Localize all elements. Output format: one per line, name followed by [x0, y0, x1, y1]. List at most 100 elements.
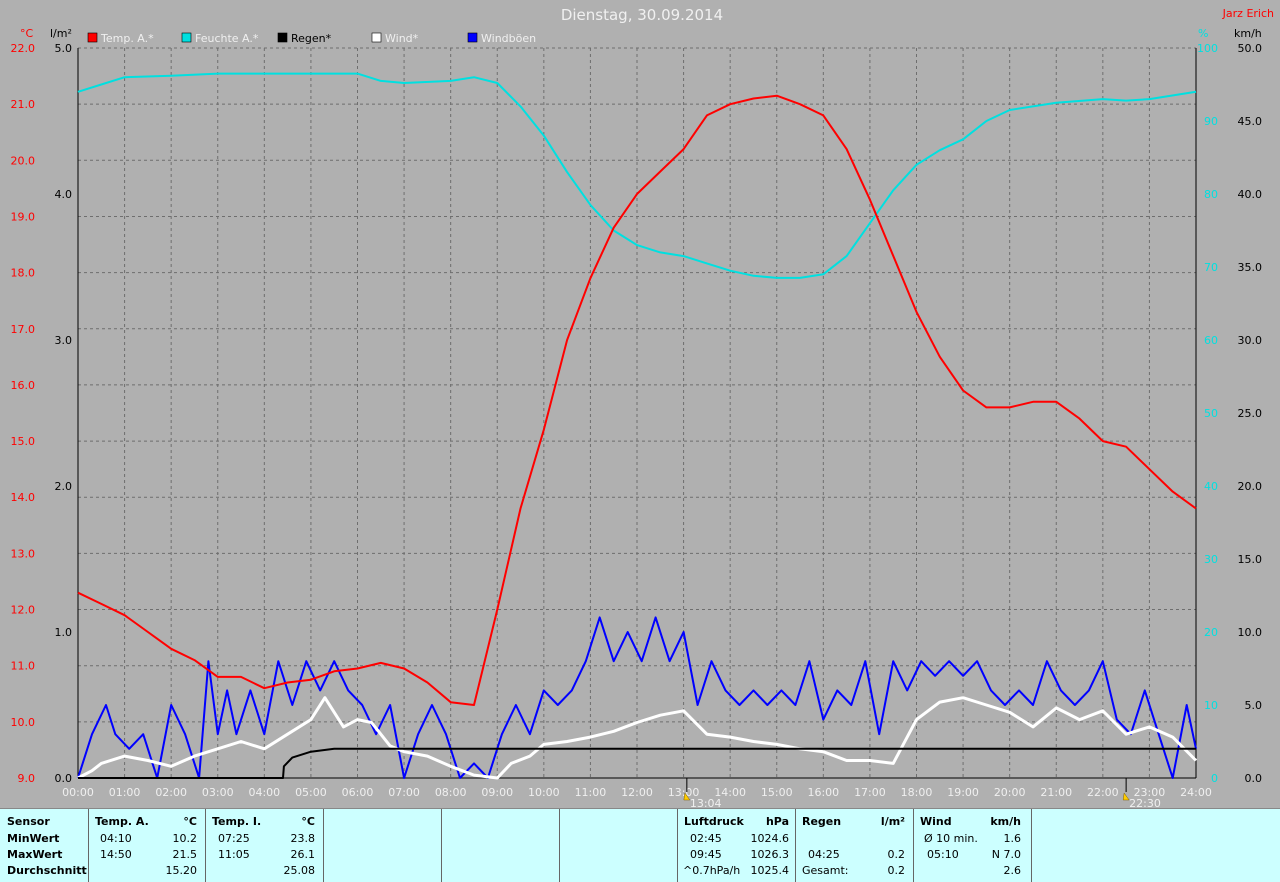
time-tick-4: 04:00: [248, 786, 280, 799]
time-tick-0: 00:00: [62, 786, 94, 799]
legend-label-1: Feuchte A.*: [195, 32, 259, 45]
col-pressure: Luftdruck hPa 02:45 1024.6 09:45 1026.3 ^0.…: [678, 809, 796, 882]
humidity-tick-0: 100: [1197, 42, 1218, 55]
wind-tick-5: 25.0: [1238, 407, 1263, 420]
wind-avg-label: Ø 10 min.: [924, 832, 978, 845]
wind-tick-1: 45.0: [1238, 115, 1263, 128]
marker-label-0: 13:04: [690, 797, 722, 808]
time-tick-21: 21:00: [1040, 786, 1072, 799]
temp-tick-3: 19.0: [11, 210, 36, 223]
legend-swatch-3: [371, 32, 382, 43]
time-tick-16: 16:00: [807, 786, 839, 799]
col-temp-i: Temp. I. °C 07:25 23.8 11:05 26.1 25.08: [206, 809, 324, 882]
humidity-tick-4: 60: [1204, 334, 1218, 347]
col-rain: Regen l/m² 04:25 0.2 Gesamt: 0.2: [796, 809, 914, 882]
temp-a-max-val: 21.5: [172, 848, 198, 861]
wind-tick-3: 35.0: [1238, 261, 1263, 274]
wind-tick-6: 20.0: [1238, 480, 1263, 493]
temp-i-avg: 25.08: [283, 864, 316, 877]
author-label: Jarz Erich: [1222, 7, 1274, 20]
temp-a-header: Temp. A.: [95, 815, 149, 828]
temp-tick-12: 10.0: [11, 716, 36, 729]
weather-chart-window: 22.0 21.0 20.0 19.0 18.0 17.0 16.0 15.0 14.0 13.0…: [0, 0, 1280, 882]
time-tick-12: 12:00: [621, 786, 653, 799]
humidity-tick-9: 10: [1204, 699, 1218, 712]
legend-swatch-4: [467, 32, 478, 43]
rain-axis-unit: l/m²: [50, 27, 72, 40]
col-empty-1: [324, 809, 442, 882]
chart-title: Dienstag, 30.09.2014: [561, 6, 723, 24]
legend-label-2: Regen*: [291, 32, 332, 45]
legend-swatch-1: [181, 32, 192, 43]
temp-a-max-time: 14:50: [100, 848, 132, 861]
wind-header: Wind: [920, 815, 952, 828]
humidity-tick-10: 0: [1211, 772, 1218, 785]
humidity-tick-3: 70: [1204, 261, 1218, 274]
row-label-max: MaxWert: [7, 848, 63, 861]
temp-tick-8: 14.0: [11, 491, 36, 504]
time-tick-3: 03:00: [202, 786, 234, 799]
time-tick-15: 15:00: [761, 786, 793, 799]
wind-axis-unit: km/h: [1234, 27, 1262, 40]
wind-tick-9: 5.0: [1245, 699, 1263, 712]
rain-tick-2: 3.0: [55, 334, 73, 347]
temp-i-header: Temp. I.: [212, 815, 262, 828]
row-label-min: MinWert: [7, 832, 60, 845]
rain-header: Regen: [802, 815, 842, 828]
temp-tick-13: 9.0: [18, 772, 36, 785]
pressure-avg: 1025.4: [750, 864, 790, 877]
temp-tick-10: 12.0: [11, 604, 36, 617]
wind-max-val: N 7.0: [991, 848, 1021, 861]
wind-unit: km/h: [990, 815, 1021, 828]
temp-tick-6: 16.0: [11, 379, 36, 392]
humidity-tick-2: 80: [1204, 188, 1218, 201]
time-tick-9: 09:00: [481, 786, 513, 799]
humidity-tick-8: 20: [1204, 626, 1218, 639]
col-temp-a: Temp. A. °C 04:10 10.2 14:50 21.5 15.20: [89, 809, 206, 882]
col-empty-2: [442, 809, 560, 882]
wind-max-time: 05:10: [927, 848, 959, 861]
time-tick-17: 17:00: [854, 786, 886, 799]
rain-tick-1: 4.0: [55, 188, 73, 201]
chart: 22.0 21.0 20.0 19.0 18.0 17.0 16.0 15.0 14.0 13.0…: [11, 6, 1275, 808]
legend: Temp. A.* Feuchte A.* Regen* Wind* Windböen: [87, 32, 536, 45]
sensor-header: Sensor: [7, 815, 50, 828]
col-empty-3: [560, 809, 678, 882]
humidity-tick-6: 40: [1204, 480, 1218, 493]
pressure-header: Luftdruck: [684, 815, 744, 828]
rain-tick-3: 2.0: [55, 480, 73, 493]
time-tick-18: 18:00: [901, 786, 933, 799]
rain-max-val: 0.2: [887, 848, 906, 861]
temp-tick-2: 20.0: [11, 154, 36, 167]
temp-tick-7: 15.0: [11, 435, 36, 448]
time-tick-1: 01:00: [109, 786, 141, 799]
wind-tick-4: 30.0: [1238, 334, 1263, 347]
time-tick-11: 11:00: [575, 786, 607, 799]
time-tick-8: 08:00: [435, 786, 467, 799]
row-label-avg: Durchschnitt: [7, 864, 87, 877]
temp-a-avg: 15.20: [165, 864, 198, 877]
pressure-max-time: 09:45: [690, 848, 722, 861]
temp-tick-5: 17.0: [11, 323, 36, 336]
time-tick-20: 20:00: [994, 786, 1026, 799]
time-tick-19: 19:00: [947, 786, 979, 799]
time-tick-24: 24:00: [1180, 786, 1212, 799]
rain-max-time: 04:25: [808, 848, 840, 861]
pressure-trend: ^0.7hPa/h: [683, 864, 741, 877]
temp-tick-11: 11.0: [11, 660, 36, 673]
wind-tick-7: 15.0: [1238, 553, 1263, 566]
statistics-table: Sensor MinWert MaxWert Durchschnitt Temp…: [0, 808, 1280, 882]
wind-tick-2: 40.0: [1238, 188, 1263, 201]
wind-avg: 2.6: [1003, 864, 1022, 877]
left-axis-unit: °C: [20, 27, 34, 40]
time-tick-5: 05:00: [295, 786, 327, 799]
temp-a-unit: °C: [183, 815, 197, 828]
pressure-max-val: 1026.3: [750, 848, 790, 861]
temp-a-min-time: 04:10: [100, 832, 132, 845]
rain-tick-4: 1.0: [55, 626, 73, 639]
temp-tick-9: 13.0: [11, 547, 36, 560]
x-ticks: 00:00 01:00 02:00 03:00 04:00 05:00 06:00 07:00…: [62, 786, 1212, 799]
legend-label-4: Windböen: [481, 32, 536, 45]
rain-tick-0: 5.0: [55, 42, 73, 55]
humidity-tick-7: 30: [1204, 553, 1218, 566]
